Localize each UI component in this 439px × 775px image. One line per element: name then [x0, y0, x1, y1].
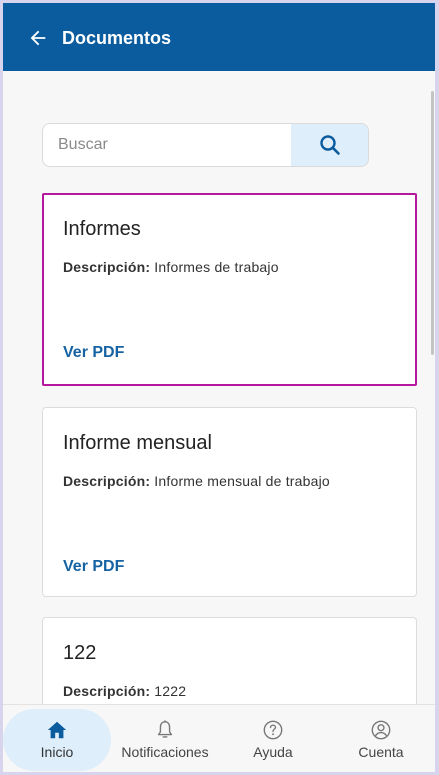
- description-label: Descripción:: [63, 259, 151, 275]
- view-pdf-link[interactable]: Ver PDF: [63, 344, 124, 362]
- description-value: Informe mensual de trabajo: [154, 473, 330, 489]
- search-input[interactable]: [43, 124, 291, 166]
- help-circle-icon: [263, 720, 283, 740]
- nav-label: Notificaciones: [121, 744, 209, 760]
- document-card[interactable]: Informes Descripción: Informes de trabaj…: [42, 193, 417, 386]
- bell-icon: [157, 720, 173, 738]
- home-icon: [47, 721, 67, 739]
- document-title: 122: [63, 642, 97, 664]
- search-icon: [319, 135, 340, 155]
- arrow-left-icon[interactable]: [27, 27, 49, 49]
- search-bar: [42, 123, 369, 167]
- description-label: Descripción:: [63, 473, 151, 489]
- nav-item-cuenta[interactable]: Cuenta: [327, 705, 435, 772]
- view-pdf-link[interactable]: Ver PDF: [63, 558, 124, 576]
- document-title: Informes: [63, 218, 141, 240]
- nav-item-ayuda[interactable]: Ayuda: [219, 705, 327, 772]
- page-title: Documentos: [62, 28, 172, 48]
- description-value: Informes de trabajo: [154, 259, 279, 275]
- scrollbar-thumb[interactable]: [431, 91, 434, 355]
- description-value: 1222: [154, 683, 187, 699]
- document-description: Descripción: Informes de trabajo: [63, 259, 279, 275]
- nav-item-notificaciones[interactable]: Notificaciones: [111, 705, 219, 772]
- document-title: Informe mensual: [63, 432, 212, 454]
- document-card[interactable]: Informe mensual Descripción: Informe men…: [42, 407, 417, 597]
- account-circle-icon: [371, 720, 391, 740]
- app-bar: Documentos: [3, 3, 435, 71]
- nav-item-inicio[interactable]: Inicio: [3, 705, 111, 772]
- nav-label: Inicio: [40, 744, 74, 760]
- document-description: Descripción: Informe mensual de trabajo: [63, 473, 330, 489]
- search-button[interactable]: [291, 124, 368, 166]
- nav-label: Cuenta: [358, 744, 404, 760]
- app-frame: Documentos Informes Descripción: Informe…: [3, 3, 435, 772]
- description-label: Descripción:: [63, 683, 151, 699]
- document-description: Descripción: 1222: [63, 683, 186, 699]
- nav-label: Ayuda: [253, 744, 293, 760]
- bottom-navigation: Inicio Notificaciones Ayuda Cuenta: [3, 704, 435, 772]
